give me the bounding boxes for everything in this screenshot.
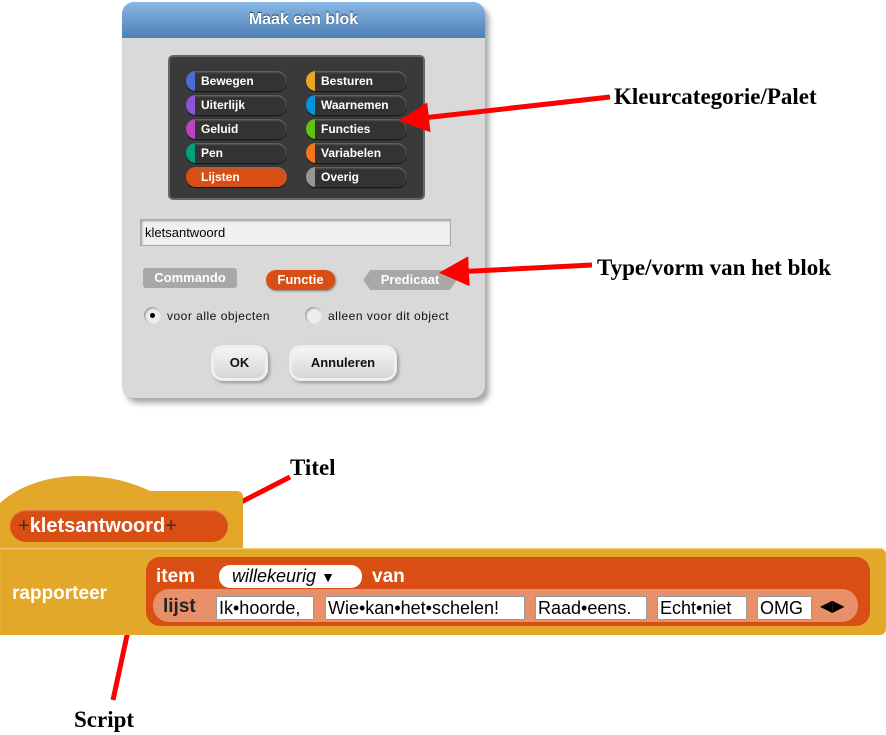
annotation-type: Type/vorm van het blok — [597, 255, 832, 280]
list-label: lijst — [163, 596, 196, 617]
arrow-type — [439, 256, 593, 287]
list-item-slot[interactable]: Raad•eens. — [535, 596, 647, 620]
list-item-slot[interactable]: Wie•kan•het•schelen! — [325, 596, 525, 620]
annotation-palette: Kleurcategorie/Palet — [614, 84, 817, 109]
list-item-slot[interactable]: OMG — [757, 596, 812, 620]
arrow-palette — [399, 94, 611, 133]
block-title: kletsantwoord — [29, 515, 166, 537]
block-title-prototype[interactable]: +kletsantwoord+ — [10, 510, 228, 542]
annotation-script: Script — [74, 707, 135, 732]
list-arrows-icon[interactable]: ◀▶ — [820, 596, 845, 616]
list-item-slot[interactable]: Echt•niet — [657, 596, 747, 620]
index-value: willekeurig — [232, 566, 317, 586]
report-label: rapporteer — [12, 583, 108, 604]
annotation-title: Titel — [290, 455, 336, 480]
dropdown-arrow-icon[interactable]: ▼ — [321, 569, 335, 585]
index-dropdown[interactable]: willekeurig ▼ — [219, 565, 362, 588]
item-label: item — [156, 566, 196, 587]
plus-icon[interactable]: + — [18, 515, 30, 537]
list-item-slot[interactable]: Ik•hoorde, — [216, 596, 314, 620]
plus-icon[interactable]: + — [165, 515, 177, 537]
of-label: van — [372, 566, 405, 587]
